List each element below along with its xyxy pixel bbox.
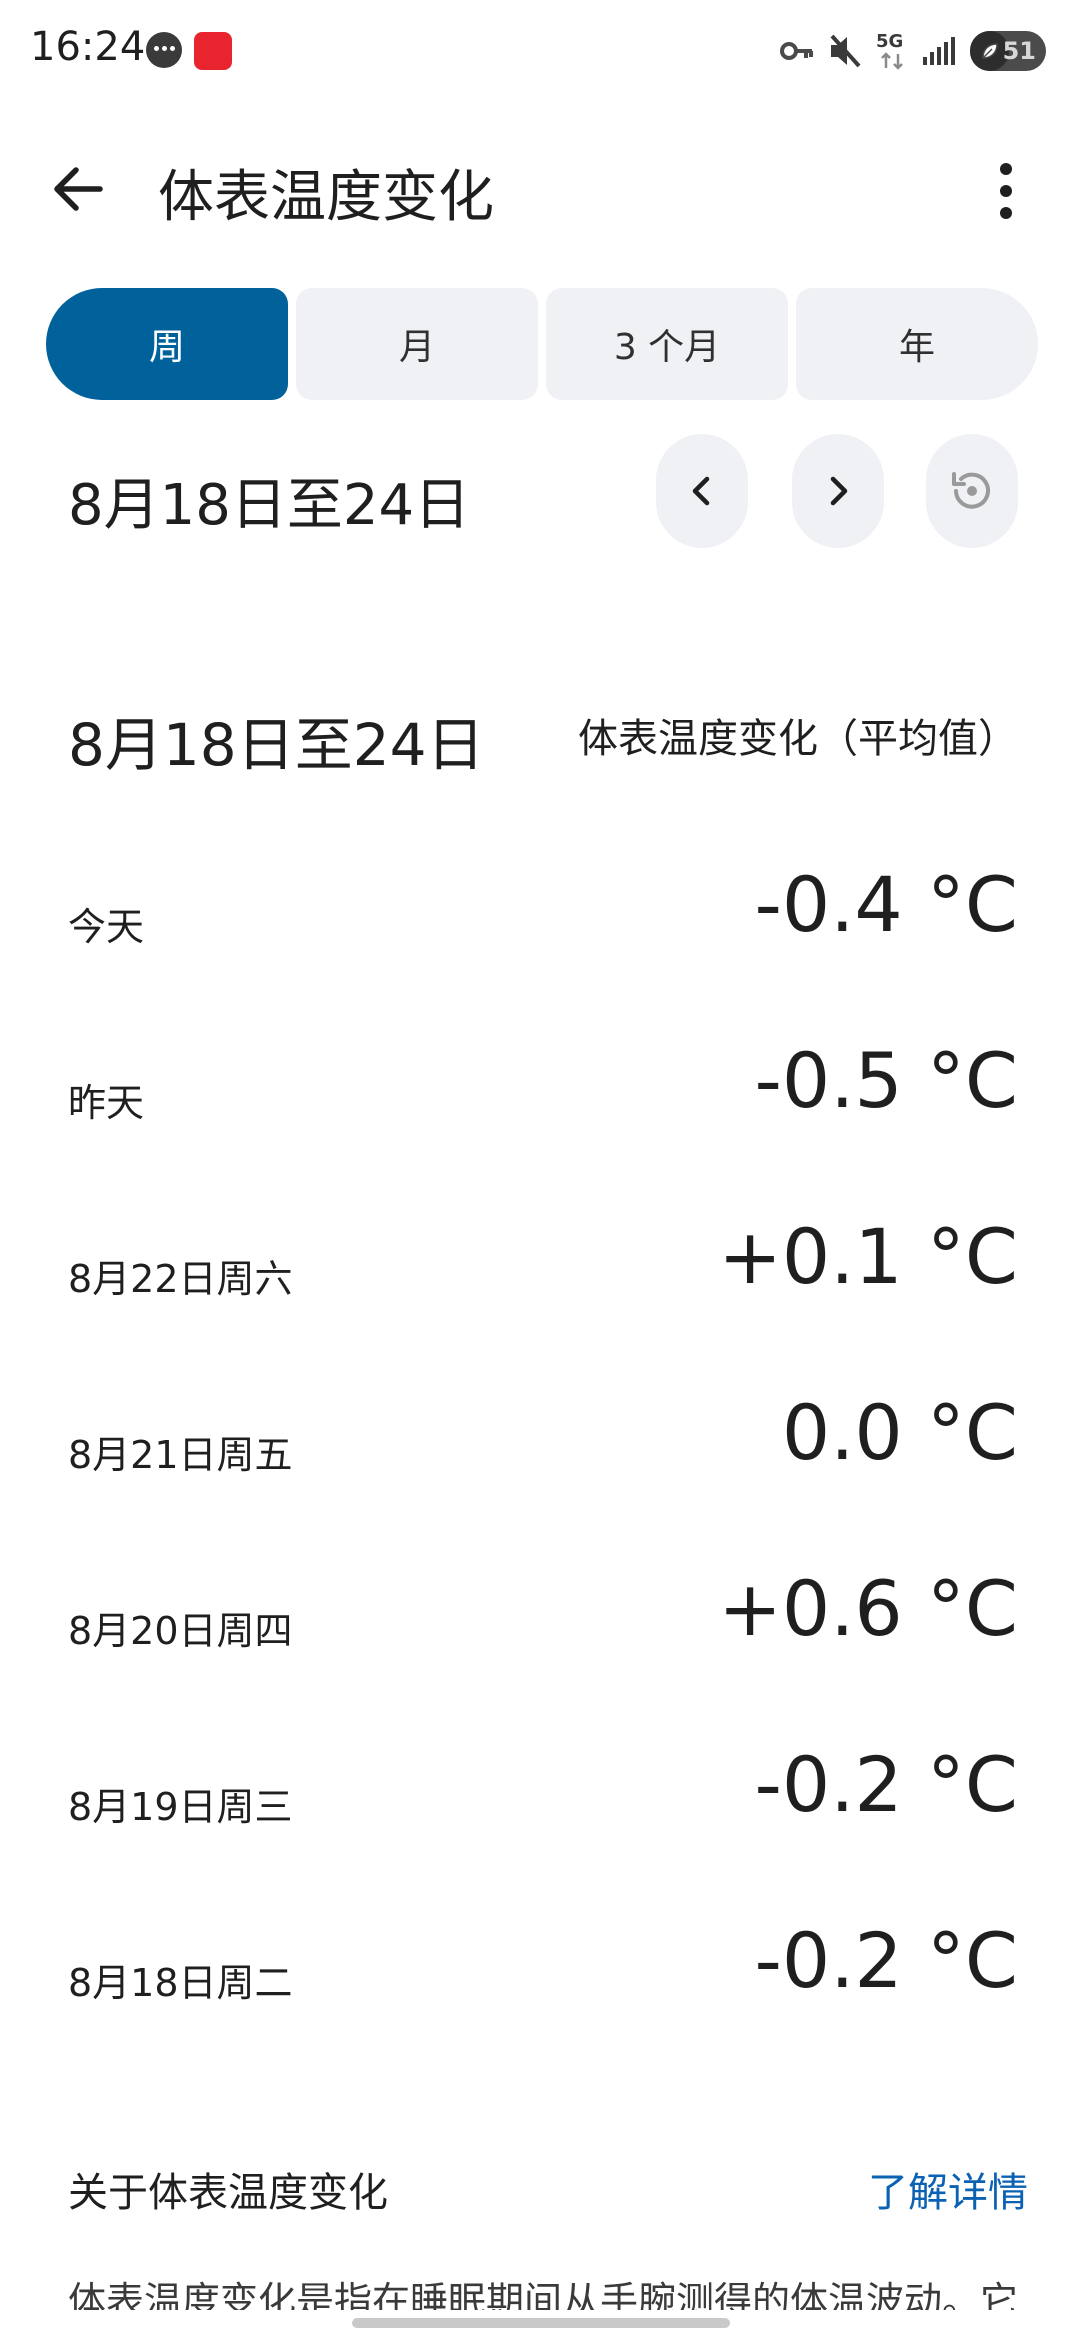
row-value: -0.5 °C	[754, 1036, 1018, 1125]
status-bar: 16:24 5G 51	[0, 0, 1080, 100]
arrow-back-icon	[54, 167, 103, 211]
list-item[interactable]: 8月20日周四 +0.6 °C	[0, 1544, 1080, 1720]
list-item[interactable]: 今天 -0.4 °C	[0, 840, 1080, 1016]
chevron-left-icon	[692, 476, 710, 506]
row-date: 昨天	[68, 1081, 145, 1125]
status-time: 16:24	[30, 24, 146, 70]
leaf-icon	[982, 43, 998, 59]
row-value: 0.0 °C	[781, 1388, 1018, 1477]
more-vert-icon	[1000, 163, 1012, 219]
row-value: -0.4 °C	[754, 860, 1018, 949]
page-title: 体表温度变化	[158, 165, 494, 230]
reset-period-button[interactable]	[926, 434, 1018, 548]
tab-3-months[interactable]: 3 个月	[546, 288, 788, 400]
more-options-button[interactable]	[976, 156, 1036, 226]
row-value: +0.1 °C	[718, 1212, 1018, 1301]
row-date: 8月22日周六	[68, 1257, 293, 1301]
tab-year[interactable]: 年	[796, 288, 1038, 400]
app-bar: 体表温度变化	[0, 130, 1080, 250]
date-range-row: 8月18日至24日	[0, 430, 1080, 550]
row-date: 8月19日周三	[68, 1785, 293, 1829]
previous-period-button[interactable]	[656, 434, 748, 548]
list-item[interactable]: 8月22日周六 +0.1 °C	[0, 1192, 1080, 1368]
status-indicators: 5G 51	[780, 26, 1046, 76]
about-description: 体表温度变化是指在睡眠期间从手腕测得的体温波动。它	[68, 2279, 1018, 2310]
row-value: +0.6 °C	[718, 1564, 1018, 1653]
next-period-button[interactable]	[792, 434, 884, 548]
back-button[interactable]	[44, 156, 110, 222]
list-item[interactable]: 昨天 -0.5 °C	[0, 1016, 1080, 1192]
row-date: 8月20日周四	[68, 1609, 293, 1653]
summary-metric-label: 体表温度变化（平均值）	[578, 716, 1018, 762]
app-notification-icon	[194, 32, 232, 70]
learn-more-link[interactable]: 了解详情	[868, 2160, 1028, 2218]
home-indicator[interactable]	[352, 2318, 730, 2328]
history-icon	[952, 472, 990, 509]
network-type-icon: 5G	[876, 31, 908, 71]
chevron-right-icon	[830, 476, 848, 506]
list-item[interactable]: 8月21日周五 0.0 °C	[0, 1368, 1080, 1544]
signal-icon	[923, 37, 955, 65]
row-date: 8月21日周五	[68, 1433, 293, 1477]
battery-level: 51	[1002, 37, 1036, 65]
date-range-label: 8月18日至24日	[68, 473, 471, 538]
row-date: 今天	[68, 905, 145, 949]
battery-icon: 51	[970, 31, 1046, 71]
row-value: -0.2 °C	[754, 1740, 1018, 1829]
list-item[interactable]: 8月19日周三 -0.2 °C	[0, 1720, 1080, 1896]
row-date: 8月18日周二	[68, 1961, 293, 2005]
summary-range: 8月18日至24日	[68, 711, 485, 779]
chat-notification-icon	[146, 32, 182, 68]
about-title: 关于体表温度变化	[68, 2170, 388, 2216]
period-tabs: 周 月 3 个月 年	[46, 288, 1038, 400]
network-type: 5G	[876, 31, 904, 52]
summary-header: 8月18日至24日 体表温度变化（平均值）	[0, 690, 1080, 790]
mute-icon	[830, 34, 861, 68]
key-icon	[780, 42, 813, 60]
tab-week[interactable]: 周	[46, 288, 288, 400]
tab-month[interactable]: 月	[296, 288, 538, 400]
daily-values-list: 今天 -0.4 °C 昨天 -0.5 °C 8月22日周六 +0.1 °C 8月…	[0, 840, 1080, 2072]
about-section: 关于体表温度变化 了解详情	[0, 2150, 1080, 2230]
list-item[interactable]: 8月18日周二 -0.2 °C	[0, 1896, 1080, 2072]
row-value: -0.2 °C	[754, 1916, 1018, 2005]
